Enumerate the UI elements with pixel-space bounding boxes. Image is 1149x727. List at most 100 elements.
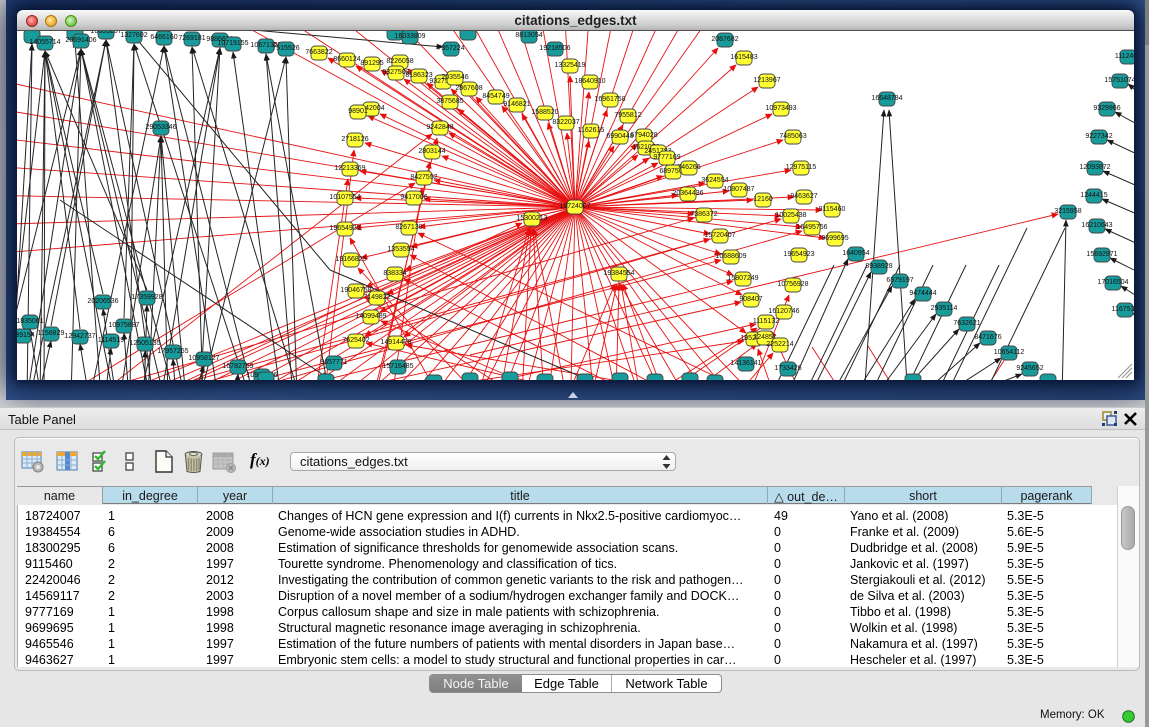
svg-text:16033809: 16033809 [394, 33, 425, 40]
svg-text:12975115: 12975115 [786, 164, 817, 171]
svg-text:13325419: 13325419 [554, 62, 585, 69]
svg-text:1588520: 1588520 [531, 109, 558, 116]
svg-text:1615483: 1615483 [730, 54, 757, 61]
svg-text:9242848: 9242848 [426, 124, 453, 131]
svg-text:9657771: 9657771 [320, 359, 347, 366]
svg-text:3875685: 3875685 [436, 98, 463, 105]
svg-text:1733426: 1733426 [774, 365, 801, 372]
svg-text:1114519: 1114519 [98, 337, 124, 344]
svg-text:15807249: 15807249 [727, 275, 758, 282]
svg-text:8267130: 8267130 [395, 224, 422, 231]
svg-text:15716485: 15716485 [382, 363, 413, 370]
svg-text:1156829: 1156829 [38, 330, 65, 337]
svg-text:14914479: 14914479 [380, 339, 411, 346]
svg-text:7955812: 7955812 [614, 112, 641, 119]
svg-text:10756928: 10756928 [777, 281, 808, 288]
svg-text:7485063: 7485063 [779, 133, 806, 140]
svg-text:10958127: 10958127 [188, 355, 219, 362]
svg-text:98901: 98901 [348, 108, 368, 115]
svg-text:7632621: 7632621 [953, 320, 980, 327]
svg-text:18640910: 18640910 [574, 78, 605, 85]
svg-text:9777169: 9777169 [653, 154, 680, 161]
svg-text:12160: 12160 [753, 196, 773, 203]
svg-text:16961758: 16961758 [594, 96, 625, 103]
svg-text:1112406: 1112406 [1115, 53, 1134, 60]
svg-text:16495756: 16495756 [796, 224, 827, 231]
svg-text:7149822: 7149822 [363, 294, 390, 301]
svg-text:8471676: 8471676 [974, 334, 1001, 341]
svg-text:891295: 891295 [360, 60, 383, 67]
svg-text:17016504: 17016504 [1097, 279, 1128, 286]
svg-text:7515526: 7515526 [272, 45, 299, 52]
svg-text:9417006: 9417006 [400, 194, 427, 201]
svg-text:12093872: 12093872 [1079, 164, 1110, 171]
svg-text:12505135: 12505135 [129, 340, 160, 347]
svg-text:9329966: 9329966 [1093, 105, 1120, 112]
svg-text:7269181: 7269181 [178, 35, 205, 42]
svg-text:2087682: 2087682 [711, 36, 738, 43]
svg-text:9227342: 9227342 [1085, 133, 1112, 140]
svg-text:746266: 746266 [677, 164, 700, 171]
svg-text:9245652: 9245652 [1016, 365, 1043, 372]
svg-text:15720407: 15720407 [704, 232, 735, 239]
svg-text:8322037: 8322037 [552, 119, 579, 126]
svg-text:7357224: 7357224 [437, 45, 464, 52]
svg-text:7663822: 7663822 [305, 49, 332, 56]
svg-text:10973493: 10973493 [765, 105, 796, 112]
svg-text:10807487: 10807487 [723, 186, 754, 193]
svg-text:20206536: 20206536 [87, 298, 118, 305]
svg-text:10107554: 10107554 [329, 194, 360, 201]
svg-text:16120746: 16120746 [768, 308, 799, 315]
svg-text:16210643: 16210643 [1081, 222, 1112, 229]
svg-text:8427552: 8427552 [410, 174, 437, 181]
svg-text:1640954: 1640954 [842, 250, 869, 257]
svg-text:939154: 939154 [17, 332, 35, 339]
svg-text:9463627: 9463627 [790, 193, 817, 200]
svg-text:1162615: 1162615 [578, 127, 605, 134]
svg-text:8226058: 8226058 [386, 58, 413, 65]
svg-text:15692971: 15692971 [1086, 251, 1117, 258]
svg-text:15751074: 15751074 [1104, 77, 1134, 84]
svg-text:1167534: 1167534 [1112, 306, 1134, 313]
svg-text:8813054: 8813054 [515, 32, 542, 39]
svg-text:1327602: 1327602 [120, 32, 147, 39]
svg-text:14055714: 14055714 [29, 39, 60, 46]
svg-text:19654923: 19654923 [783, 251, 814, 258]
svg-text:17359928: 17359928 [131, 294, 162, 301]
svg-text:908407: 908407 [739, 296, 762, 303]
svg-text:3624554: 3624554 [701, 177, 728, 184]
svg-text:12942737: 12942737 [64, 333, 95, 340]
svg-text:1213967: 1213967 [753, 77, 780, 84]
svg-text:1353554: 1353554 [387, 246, 414, 253]
svg-text:18724007: 18724007 [559, 203, 590, 210]
svg-text:2867608: 2867608 [455, 85, 482, 92]
svg-text:17957255: 17957255 [157, 348, 188, 355]
svg-text:6794028: 6794028 [630, 132, 657, 139]
svg-text:10975887: 10975887 [108, 322, 139, 329]
svg-text:10654112: 10654112 [994, 349, 1025, 356]
svg-text:20691406: 20691406 [65, 37, 96, 44]
svg-text:19218506: 19218506 [539, 45, 570, 52]
svg-text:14099489: 14099489 [355, 313, 386, 320]
svg-text:20364436: 20364436 [672, 190, 703, 197]
svg-text:6466160: 6466160 [150, 34, 177, 41]
svg-text:1835061: 1835061 [17, 318, 44, 325]
svg-text:838334: 838334 [383, 270, 406, 277]
svg-text:7625402: 7625402 [342, 337, 369, 344]
svg-text:19654925: 19654925 [329, 225, 360, 232]
svg-text:8660124: 8660124 [333, 56, 360, 63]
svg-text:10719155: 10719155 [217, 40, 248, 47]
svg-text:2035546: 2035546 [441, 74, 468, 81]
svg-text:19166825: 19166825 [335, 256, 366, 263]
svg-text:19046758: 19046758 [340, 287, 371, 294]
svg-text:10025438: 10025438 [775, 212, 806, 219]
svg-text:12213369: 12213369 [334, 165, 365, 172]
svg-text:10653287: 10653287 [90, 31, 121, 35]
svg-text:8454749: 8454749 [482, 93, 509, 100]
svg-text:6879197: 6879197 [886, 277, 913, 284]
svg-text:8938928: 8938928 [865, 263, 892, 270]
svg-text:19384554: 19384554 [603, 270, 634, 277]
svg-text:15300213: 15300213 [516, 215, 547, 222]
svg-text:14136141: 14136141 [730, 360, 761, 367]
svg-text:1244415: 1244415 [1080, 192, 1107, 199]
